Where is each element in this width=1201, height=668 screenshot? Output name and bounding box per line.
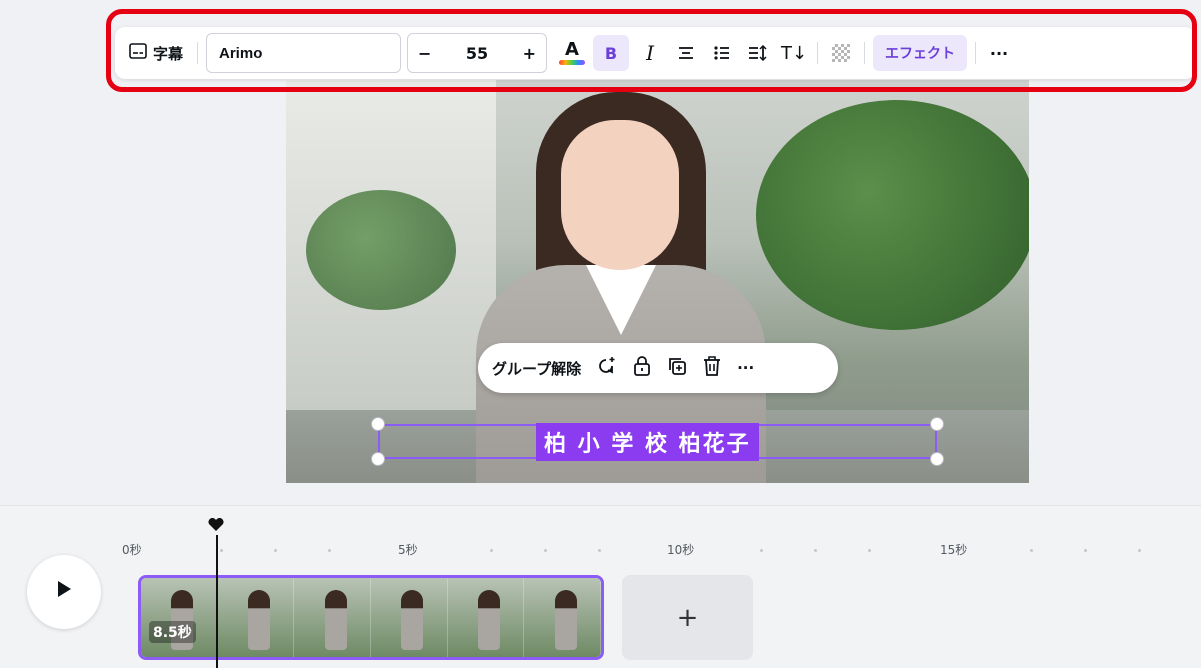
timeline-dot [814, 549, 817, 552]
timeline-dot [1138, 549, 1141, 552]
text-color-button[interactable]: A [557, 35, 587, 71]
timeline-tick-label: 5秒 [398, 543, 418, 557]
list-icon[interactable] [707, 35, 737, 71]
duplicate-icon[interactable] [667, 356, 687, 381]
captions-button[interactable]: 字幕 [123, 35, 189, 71]
line-spacing-icon[interactable] [743, 35, 773, 71]
timeline-dot [274, 549, 277, 552]
transparency-button[interactable] [826, 35, 856, 71]
align-center-icon[interactable] [671, 35, 701, 71]
trash-icon[interactable] [703, 355, 721, 381]
timeline-dot [490, 549, 493, 552]
more-options-button[interactable]: ··· [984, 35, 1014, 71]
timeline-tick-label: 15秒 [940, 543, 968, 557]
bold-button[interactable]: B [593, 35, 630, 71]
font-family-select[interactable]: Arimo [206, 33, 402, 73]
playhead-handle-icon[interactable] [208, 517, 224, 536]
captions-icon [129, 43, 147, 63]
playhead[interactable] [216, 535, 218, 668]
timeline-dot [760, 549, 763, 552]
clip-thumbnail [371, 578, 448, 657]
text-color-icon: A [559, 40, 586, 65]
captions-label: 字幕 [153, 44, 184, 63]
resize-handle-top-right[interactable] [930, 417, 944, 431]
clip-thumbnail [141, 578, 218, 657]
divider [864, 42, 866, 64]
text-toolbar: 字幕 Arimo − 55 + A B I T↓ エフェクト ··· [115, 27, 1195, 79]
clip-duration: 8.5秒 [149, 621, 196, 643]
add-clip-button[interactable]: + [622, 575, 753, 660]
background-plant [306, 190, 456, 310]
divider [975, 42, 977, 64]
play-icon [55, 579, 73, 605]
caption-text[interactable]: 柏 小 学 校 柏花子 [536, 423, 759, 461]
timeline-dot [1030, 549, 1033, 552]
decrease-size-button[interactable]: − [418, 44, 431, 63]
clip-thumbnail [524, 578, 601, 657]
clip-thumbnail [447, 578, 525, 657]
effects-button[interactable]: エフェクト [873, 35, 968, 71]
timeline-dot [1084, 549, 1087, 552]
font-size-stepper[interactable]: − 55 + [407, 33, 548, 73]
background-tree [756, 100, 1029, 330]
ungroup-button[interactable]: グループ解除 [492, 358, 581, 379]
person-face [561, 120, 679, 270]
video-clip[interactable]: 8.5秒 [138, 575, 604, 660]
resize-handle-bottom-left[interactable] [371, 452, 385, 466]
lock-icon[interactable] [633, 355, 651, 381]
timeline-tick-label: 0秒 [122, 543, 142, 557]
context-more-button[interactable]: ··· [737, 359, 754, 377]
timeline-dot [598, 549, 601, 552]
transparency-icon [832, 44, 851, 62]
clip-thumbnail [294, 578, 372, 657]
font-size-value[interactable]: 55 [466, 44, 488, 63]
comment-add-icon[interactable] [597, 356, 617, 381]
divider [817, 42, 819, 64]
resize-handle-top-left[interactable] [371, 417, 385, 431]
resize-handle-bottom-right[interactable] [930, 452, 944, 466]
timeline-tick-label: 10秒 [667, 543, 695, 557]
italic-button[interactable]: I [635, 35, 665, 71]
divider [197, 42, 199, 64]
increase-size-button[interactable]: + [523, 44, 536, 63]
clip-thumbnail [217, 578, 295, 657]
timeline-dot [544, 549, 547, 552]
text-direction-icon[interactable]: T↓ [779, 35, 809, 71]
element-context-menu: グループ解除 ··· [478, 343, 838, 393]
timeline-dot [328, 549, 331, 552]
timeline-dot [220, 549, 223, 552]
timeline-dot [868, 549, 871, 552]
play-button[interactable] [27, 555, 101, 629]
